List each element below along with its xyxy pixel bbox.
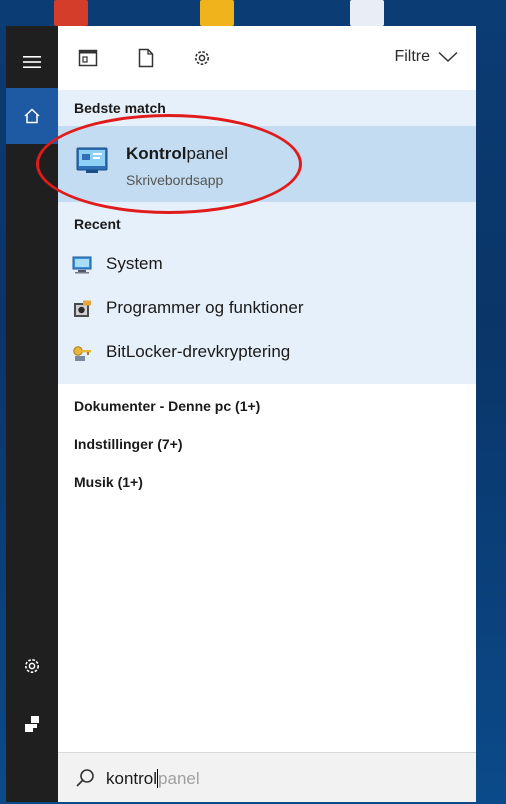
best-match-subtitle: Skrivebordsapp	[126, 172, 224, 188]
search-suggestion-text: panel	[158, 769, 200, 788]
desktop-app-icon[interactable]	[54, 0, 88, 26]
recent-heading: Recent	[74, 216, 121, 232]
home-icon	[24, 108, 40, 124]
user-account-button[interactable]	[6, 696, 58, 752]
programs-features-icon	[74, 300, 91, 317]
search-icon	[76, 769, 94, 787]
chevron-down-icon	[438, 51, 458, 63]
filter-dropdown[interactable]: Filtre	[394, 48, 458, 66]
category-settings[interactable]: Indstillinger (7+)	[74, 436, 183, 452]
settings-filter-button[interactable]	[190, 46, 214, 70]
start-search-panel: Filtre Bedste match Kontrolpanel Skriveb…	[58, 26, 476, 802]
control-panel-icon	[76, 147, 108, 173]
apps-filter-button[interactable]	[76, 46, 100, 70]
hamburger-menu-button[interactable]	[6, 34, 58, 90]
best-match-title: Kontrolpanel	[126, 144, 229, 163]
recent-item-system[interactable]: System	[58, 244, 476, 286]
start-left-rail	[6, 26, 58, 802]
recent-item-label: BitLocker-drevkryptering	[106, 342, 291, 361]
home-button[interactable]	[6, 88, 58, 144]
search-typed-text: kontrol	[106, 769, 158, 788]
recent-item-label: System	[106, 254, 163, 273]
search-box[interactable]: kontrol panel	[58, 752, 476, 802]
bitlocker-key-icon	[73, 346, 91, 361]
user-icon	[25, 716, 39, 732]
filter-label: Filtre	[394, 48, 430, 65]
settings-button[interactable]	[6, 638, 58, 694]
recent-item-label: Programmer og funktioner	[106, 298, 304, 317]
search-toolbar: Filtre	[58, 26, 476, 90]
documents-filter-button[interactable]	[134, 46, 158, 70]
best-match-item[interactable]: Kontrolpanel Skrivebordsapp	[58, 126, 476, 202]
document-icon	[138, 48, 154, 68]
desktop-folder-icon[interactable]	[200, 0, 234, 26]
system-monitor-icon	[72, 256, 92, 274]
desktop-document-icon[interactable]	[350, 0, 384, 26]
search-results: Bedste match Kontrolpanel Skrivebordsapp…	[58, 90, 476, 384]
recent-item-bitlocker[interactable]: BitLocker-drevkryptering	[58, 332, 476, 374]
category-documents[interactable]: Dokumenter - Denne pc (1+)	[74, 398, 260, 414]
search-input[interactable]: kontrol panel	[106, 769, 200, 789]
best-match-heading: Bedste match	[74, 100, 166, 116]
gear-icon	[25, 659, 39, 673]
recent-item-programs[interactable]: Programmer og funktioner	[58, 288, 476, 330]
apps-icon	[78, 49, 98, 67]
gear-icon	[195, 51, 209, 65]
category-music[interactable]: Musik (1+)	[74, 474, 143, 490]
hamburger-icon	[23, 56, 41, 68]
